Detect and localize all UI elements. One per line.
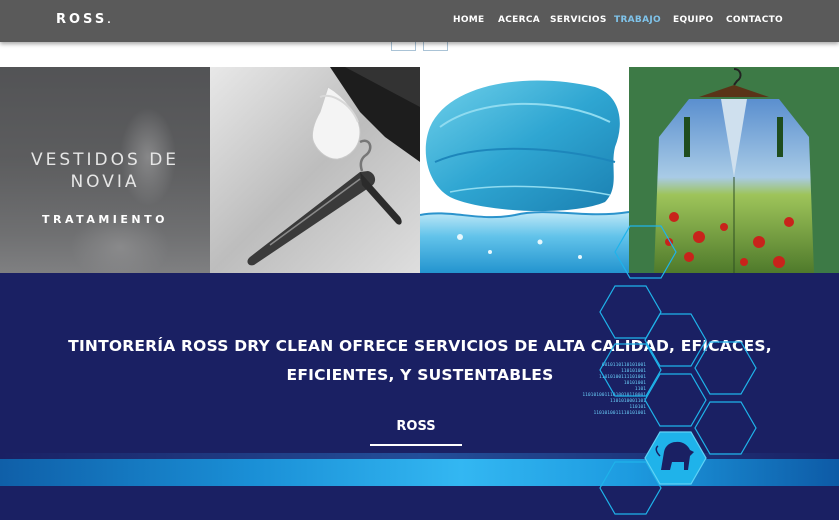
nav-item-home[interactable]: HOME <box>453 15 485 25</box>
tile-title: VESTIDOS DE NOVIA <box>30 150 180 192</box>
logo-text: ROSS <box>56 12 108 27</box>
tile-subtitle: TRATAMIENTO <box>42 213 168 226</box>
tile-gloved-hanger[interactable] <box>210 67 420 273</box>
binary-code-text: 0010110110101001 110101001 1101010011110… <box>560 363 646 417</box>
gloved-hand-hanger-image <box>210 67 420 273</box>
tile-blue-comforter[interactable] <box>420 67 629 273</box>
hero-brand-label[interactable]: ROSS <box>370 419 462 434</box>
binary-line: 1101010011110101001 <box>593 411 646 416</box>
blue-comforter-image <box>420 67 629 273</box>
logo-dot: . <box>107 16 111 26</box>
hero-banner: TINTORERÍA ROSS DRY CLEAN OFRECE SERVICI… <box>0 273 839 520</box>
nav-item-contacto[interactable]: CONTACTO <box>726 15 783 25</box>
nav-item-trabajo[interactable]: TRABAJO <box>614 15 661 25</box>
hero-title-line-2: EFICIENTES, Y SUSTENTABLES <box>286 366 554 384</box>
landscape-suit-image <box>629 67 839 273</box>
hero-title-line-1: TINTORERÍA ROSS DRY CLEAN OFRECE SERVICI… <box>68 337 772 355</box>
tile-landscape-suit[interactable] <box>629 67 839 273</box>
top-navbar: ROSS. HOME ACERCA SERVICIOS TRABAJO EQUI… <box>0 0 839 42</box>
nav-item-equipo[interactable]: EQUIPO <box>673 15 714 25</box>
logo[interactable]: ROSS. <box>56 12 111 27</box>
nav-item-servicios[interactable]: SERVICIOS <box>550 15 607 25</box>
hero-title: TINTORERÍA ROSS DRY CLEAN OFRECE SERVICI… <box>40 332 800 390</box>
hero-brand-underline <box>370 444 462 446</box>
light-stripe <box>0 459 839 486</box>
tile-wedding-dress[interactable]: VESTIDOS DE NOVIA TRATAMIENTO <box>0 67 210 273</box>
nav-item-acerca[interactable]: ACERCA <box>498 15 540 25</box>
work-gallery: VESTIDOS DE NOVIA TRATAMIENTO <box>0 67 839 273</box>
